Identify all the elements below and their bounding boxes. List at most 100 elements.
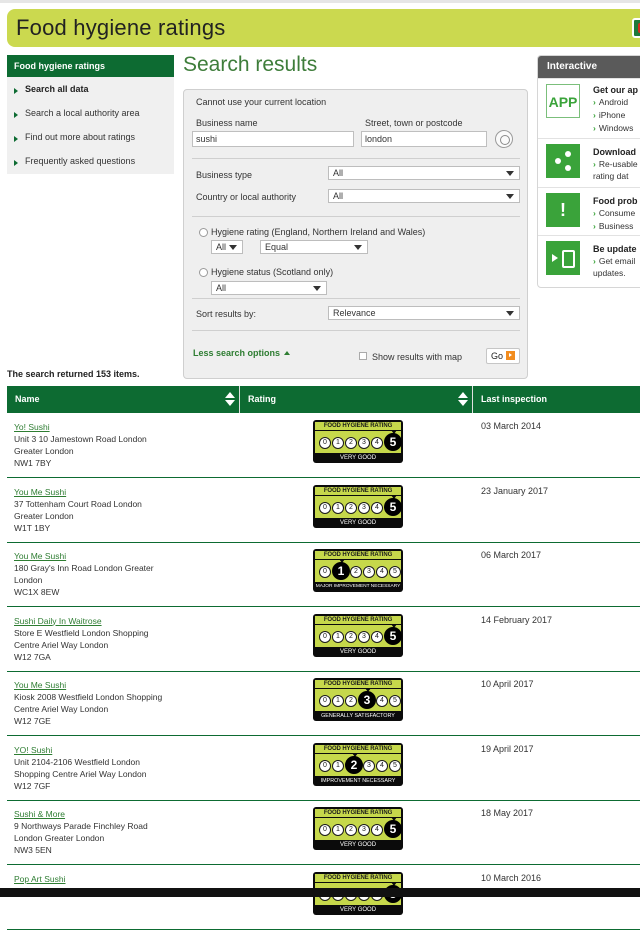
- interactive-updates-section: Be update › Get email updates.: [538, 235, 640, 287]
- address-line: 37 Tottenham Court Road London: [14, 498, 142, 509]
- sidebar-item-search-all[interactable]: Search all data: [7, 81, 174, 105]
- rating-score: 0: [319, 437, 331, 449]
- business-cell: Sushi & More 9 Northways Parade Finchley …: [14, 808, 244, 856]
- badge-title: FOOD HYGIENE RATING: [315, 873, 401, 882]
- authority-value: All: [333, 191, 344, 201]
- business-type-select[interactable]: All: [328, 166, 520, 180]
- app-icon[interactable]: APP: [546, 84, 580, 118]
- sidebar-nav: Search all data Search a local authority…: [7, 77, 174, 174]
- business-type-value: All: [333, 168, 344, 178]
- interactive-link[interactable]: › Consume: [593, 208, 635, 218]
- hygiene-rating-radio[interactable]: [199, 228, 208, 237]
- interactive-heading: Interactive: [538, 56, 640, 78]
- interactive-section-title[interactable]: Food prob: [593, 196, 638, 206]
- address-line: 180 Gray's Inn Road London Greater: [14, 563, 154, 573]
- chevron-down-icon: [313, 286, 321, 291]
- rating-score: 4: [371, 630, 383, 643]
- interactive-food-problem-section: ! Food prob › Consume › Business: [538, 187, 640, 235]
- bottom-bar: [0, 888, 640, 897]
- address-line: Greater London: [14, 446, 74, 456]
- business-name-link[interactable]: You Me Sushi: [14, 550, 244, 562]
- business-name-link[interactable]: Sushi Daily In Waitrose: [14, 615, 244, 627]
- chevron-up-icon: [284, 351, 291, 355]
- results-table-header: Name Rating Last inspection: [7, 386, 640, 413]
- business-type-label: Business type: [196, 170, 253, 180]
- sidebar-heading[interactable]: Food hygiene ratings: [7, 55, 174, 77]
- business-name-link[interactable]: YO! Sushi: [14, 744, 244, 756]
- interactive-link[interactable]: › Re-usable: [593, 159, 638, 169]
- business-name-link[interactable]: You Me Sushi: [14, 486, 244, 498]
- rating-score: 4: [371, 501, 383, 514]
- rating-score: 0: [319, 566, 331, 578]
- hygiene-status-select[interactable]: All: [211, 281, 327, 295]
- table-row: YO! Sushi Unit 2104-2106 Westfield London…: [7, 736, 640, 801]
- interactive-link[interactable]: › Business: [593, 221, 633, 231]
- interactive-link[interactable]: updates.: [593, 268, 626, 278]
- rating-score: 4: [376, 566, 388, 578]
- address-line: W12 7GF: [14, 780, 51, 791]
- inspection-date: 03 March 2014: [481, 421, 542, 431]
- hygiene-rating-select[interactable]: All: [211, 240, 243, 254]
- rating-score: 3: [358, 437, 370, 449]
- rating-score: 4: [371, 437, 383, 449]
- hygiene-rating-badge: FOOD HYGIENE RATING012345VERY GOOD: [313, 484, 403, 528]
- rating-score: 5: [389, 759, 401, 772]
- rating-score-selected: 1: [332, 562, 350, 580]
- interactive-section-title[interactable]: Download: [593, 147, 636, 157]
- hygiene-rating-operator-value: Equal: [265, 242, 289, 252]
- column-header-rating[interactable]: Rating: [240, 386, 473, 413]
- interactive-link[interactable]: › Get email: [593, 256, 635, 266]
- interactive-link[interactable]: › Android: [593, 97, 628, 107]
- address-line: NW3 5EN: [14, 845, 52, 855]
- welsh-flag-icon[interactable]: [632, 18, 640, 38]
- business-cell: Yo! Sushi Unit 3 10 Jamestown Road London…: [14, 421, 244, 469]
- column-header-last-inspection[interactable]: Last inspection: [473, 386, 640, 413]
- sidebar-item-search-local[interactable]: Search a local authority area: [7, 105, 174, 129]
- sidebar-item-about-ratings[interactable]: Find out more about ratings: [7, 129, 174, 153]
- sort-icon[interactable]: [225, 392, 235, 407]
- address-line: W12 7GA: [14, 651, 51, 662]
- go-button[interactable]: Go: [486, 348, 521, 364]
- subscribe-icon[interactable]: [546, 241, 580, 275]
- arrow-right-icon: [14, 88, 18, 94]
- exclamation-icon[interactable]: !: [546, 193, 580, 227]
- address-input[interactable]: [361, 131, 487, 147]
- interactive-section-title[interactable]: Be update: [593, 244, 637, 254]
- business-name-input[interactable]: [192, 131, 354, 147]
- rating-score: 3: [363, 566, 375, 578]
- badge-scale: 012345: [315, 752, 401, 776]
- hygiene-rating-badge: FOOD HYGIENE RATING 0 1 2 3 4 5 IMPROVEMENT NEC…: [313, 742, 403, 786]
- business-name-link[interactable]: You Me Sushi: [14, 679, 244, 691]
- rating-score: 2: [345, 437, 357, 449]
- sidebar-item-faq[interactable]: Frequently asked questions: [7, 153, 174, 177]
- current-location-icon[interactable]: [495, 130, 513, 148]
- sort-value: Relevance: [333, 308, 376, 318]
- hygiene-rating-operator-select[interactable]: Equal: [260, 240, 368, 254]
- badge-title: FOOD HYGIENE RATING: [315, 744, 401, 753]
- site-header: Food hygiene ratings: [7, 9, 640, 47]
- badge-title: FOOD HYGIENE RATING: [315, 551, 401, 559]
- business-name-link[interactable]: Pop Art Sushi: [14, 873, 244, 885]
- rating-score: 2: [345, 501, 357, 514]
- rating-score: 1: [332, 630, 344, 643]
- rating-score: 2: [345, 824, 357, 836]
- hygiene-rating-badge: FOOD HYGIENE RATING012345VERY GOOD: [313, 420, 403, 463]
- authority-select[interactable]: All: [328, 189, 520, 203]
- address-line: Unit 2104-2106 Westfield London: [14, 756, 141, 767]
- interactive-link[interactable]: › iPhone: [593, 110, 625, 120]
- show-map-checkbox[interactable]: [359, 352, 367, 360]
- share-icon[interactable]: [546, 144, 580, 178]
- sidebar-item-label: Search a local authority area: [25, 108, 140, 118]
- interactive-link[interactable]: › Windows: [593, 123, 633, 133]
- interactive-link[interactable]: rating dat: [593, 171, 628, 181]
- interactive-section-title[interactable]: Get our ap: [593, 85, 638, 95]
- business-name-link[interactable]: Yo! Sushi: [14, 421, 244, 433]
- hygiene-status-radio[interactable]: [199, 268, 208, 277]
- sort-icon[interactable]: [458, 392, 468, 407]
- sort-select[interactable]: Relevance: [328, 306, 520, 320]
- rating-score: 3: [363, 759, 375, 772]
- badge-rating-text: VERY GOOD: [315, 518, 401, 527]
- business-name-link[interactable]: Sushi & More: [14, 808, 244, 820]
- column-header-name[interactable]: Name: [7, 386, 240, 413]
- less-search-options-link[interactable]: Less search options: [193, 348, 291, 358]
